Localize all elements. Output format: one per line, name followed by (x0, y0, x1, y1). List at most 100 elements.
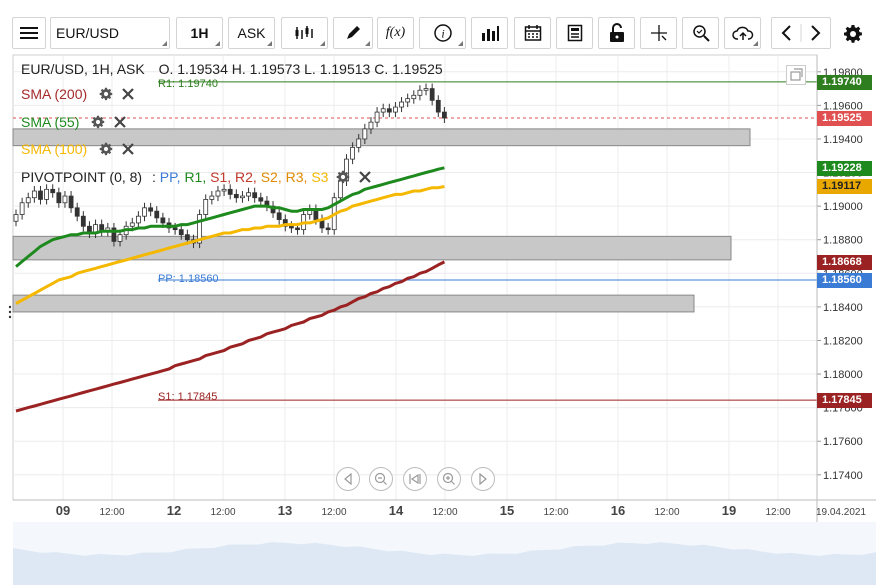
candle-body (142, 207, 147, 217)
ohlc-values: O. 1.19534 H. 1.19573 L. 1.19513 C. 1.19… (158, 61, 443, 77)
candle-body (80, 215, 86, 227)
x-tick-label: 15 (500, 503, 514, 518)
candle-body (368, 121, 374, 130)
timeframe-select[interactable]: 1H (176, 17, 223, 49)
hamburger-icon (20, 27, 38, 39)
lock-button[interactable] (598, 17, 635, 49)
triangle-left-icon (344, 473, 352, 485)
zoom-button[interactable] (682, 17, 719, 49)
gear-icon[interactable] (336, 170, 350, 184)
candle-body (423, 88, 429, 91)
svg-text:i: i (441, 27, 444, 41)
y-tick-label: 1.18400 (823, 302, 863, 314)
instrument-label: EUR/USD, 1H, ASK (21, 61, 145, 77)
y-tick-label: 1.18200 (823, 335, 863, 347)
pivot-sep: : (152, 169, 156, 185)
sma55-legend[interactable]: SMA (55) (21, 114, 127, 130)
candle-body (154, 210, 160, 219)
candlestick-icon (295, 26, 313, 39)
bar-chart-icon (481, 26, 499, 41)
price-type-value: ASK (237, 25, 266, 41)
crosshair-button[interactable] (640, 17, 677, 49)
volume-button[interactable] (471, 17, 508, 49)
candle-body (405, 98, 411, 103)
candle-body (288, 225, 294, 229)
candle-body (209, 195, 215, 200)
zoom-in-button[interactable] (437, 467, 461, 491)
sma200-legend[interactable]: SMA (200) (21, 86, 135, 102)
gear-icon (844, 25, 862, 43)
candle-body (56, 192, 62, 204)
scroll-left-button[interactable] (336, 467, 360, 491)
print-button[interactable] (556, 17, 593, 49)
candle-body (148, 207, 154, 212)
document-icon (567, 24, 582, 42)
candle-body (240, 195, 245, 199)
x-tick-label: 12:00 (432, 507, 457, 518)
settings-button[interactable] (843, 24, 863, 49)
sma100-legend[interactable]: SMA (100) (21, 141, 135, 157)
candle-body (50, 188, 56, 194)
gear-icon[interactable] (91, 115, 105, 129)
expand-icon (790, 68, 803, 81)
draw-tool-button[interactable] (333, 17, 373, 49)
x-tick-label: 19.04.2021 (816, 507, 866, 518)
history-nav (771, 17, 831, 49)
pivot-item-r2: R2, (235, 169, 257, 185)
close-icon[interactable] (358, 170, 372, 184)
close-icon[interactable] (121, 87, 135, 101)
reset-button[interactable] (403, 467, 427, 491)
candle-body (44, 188, 49, 200)
close-icon[interactable] (121, 142, 135, 156)
candle-body (31, 190, 37, 199)
y-tick-label: 1.17600 (823, 436, 863, 448)
cloud-button[interactable] (724, 17, 761, 49)
candle-body (374, 111, 380, 123)
candle-body (417, 89, 423, 96)
info-button[interactable]: i (419, 17, 466, 49)
candle-body (276, 212, 282, 220)
pivotpoint-legend[interactable]: PIVOTPOINT (0, 8) : PP, R1, S1, R2, S2, … (21, 169, 372, 185)
candle-body (295, 227, 300, 231)
symbol-value: EUR/USD (56, 25, 120, 41)
resize-handle[interactable] (8, 304, 12, 320)
calendar-button[interactable] (514, 17, 551, 49)
pivot-item-s2: S2, (260, 169, 282, 185)
candle-body (172, 227, 178, 231)
close-icon[interactable] (113, 115, 127, 129)
candle-body (380, 108, 386, 113)
prev-arrow-icon[interactable] (781, 25, 791, 41)
pivot-item-s1: S1, (210, 169, 232, 185)
indicators-button[interactable]: f(x) (377, 17, 414, 49)
price-tag: 1.19117 (817, 179, 872, 195)
x-tick-label: 12 (167, 503, 181, 518)
gear-icon[interactable] (99, 142, 113, 156)
candle-body (184, 234, 190, 241)
symbol-input[interactable]: EUR/USD (50, 17, 170, 49)
price-tag: 1.18560 (817, 273, 872, 289)
zoom-out-button[interactable] (369, 467, 393, 491)
candle-body (19, 202, 25, 215)
ohlc-header: EUR/USD, 1H, ASK O. 1.19534 H. 1.19573 L… (21, 61, 443, 77)
x-tick-label: 19 (722, 503, 736, 518)
menu-button[interactable] (12, 17, 46, 49)
next-arrow-icon[interactable] (811, 25, 821, 41)
candle-body (429, 88, 435, 101)
y-tick-label: 1.18800 (823, 235, 863, 247)
pivot-item-pp: PP, (159, 169, 181, 185)
fullscreen-button[interactable] (786, 65, 806, 85)
price-type-select[interactable]: ASK (228, 17, 275, 49)
candle-body (386, 108, 392, 113)
x-tick-label: 12:00 (654, 507, 679, 518)
chart-type-button[interactable] (281, 17, 328, 49)
s1-level-label: S1: 1.17845 (158, 391, 218, 403)
r1-level-label: R1: 1.19740 (158, 78, 218, 90)
gear-icon[interactable] (99, 87, 113, 101)
pivot-item-r1: R1, (184, 169, 207, 185)
candle-body (25, 197, 31, 204)
scroll-right-button[interactable] (471, 467, 495, 491)
candle-body (135, 215, 141, 224)
crosshair-icon (650, 25, 667, 41)
candle-body (435, 99, 441, 113)
candle-body (258, 197, 264, 202)
